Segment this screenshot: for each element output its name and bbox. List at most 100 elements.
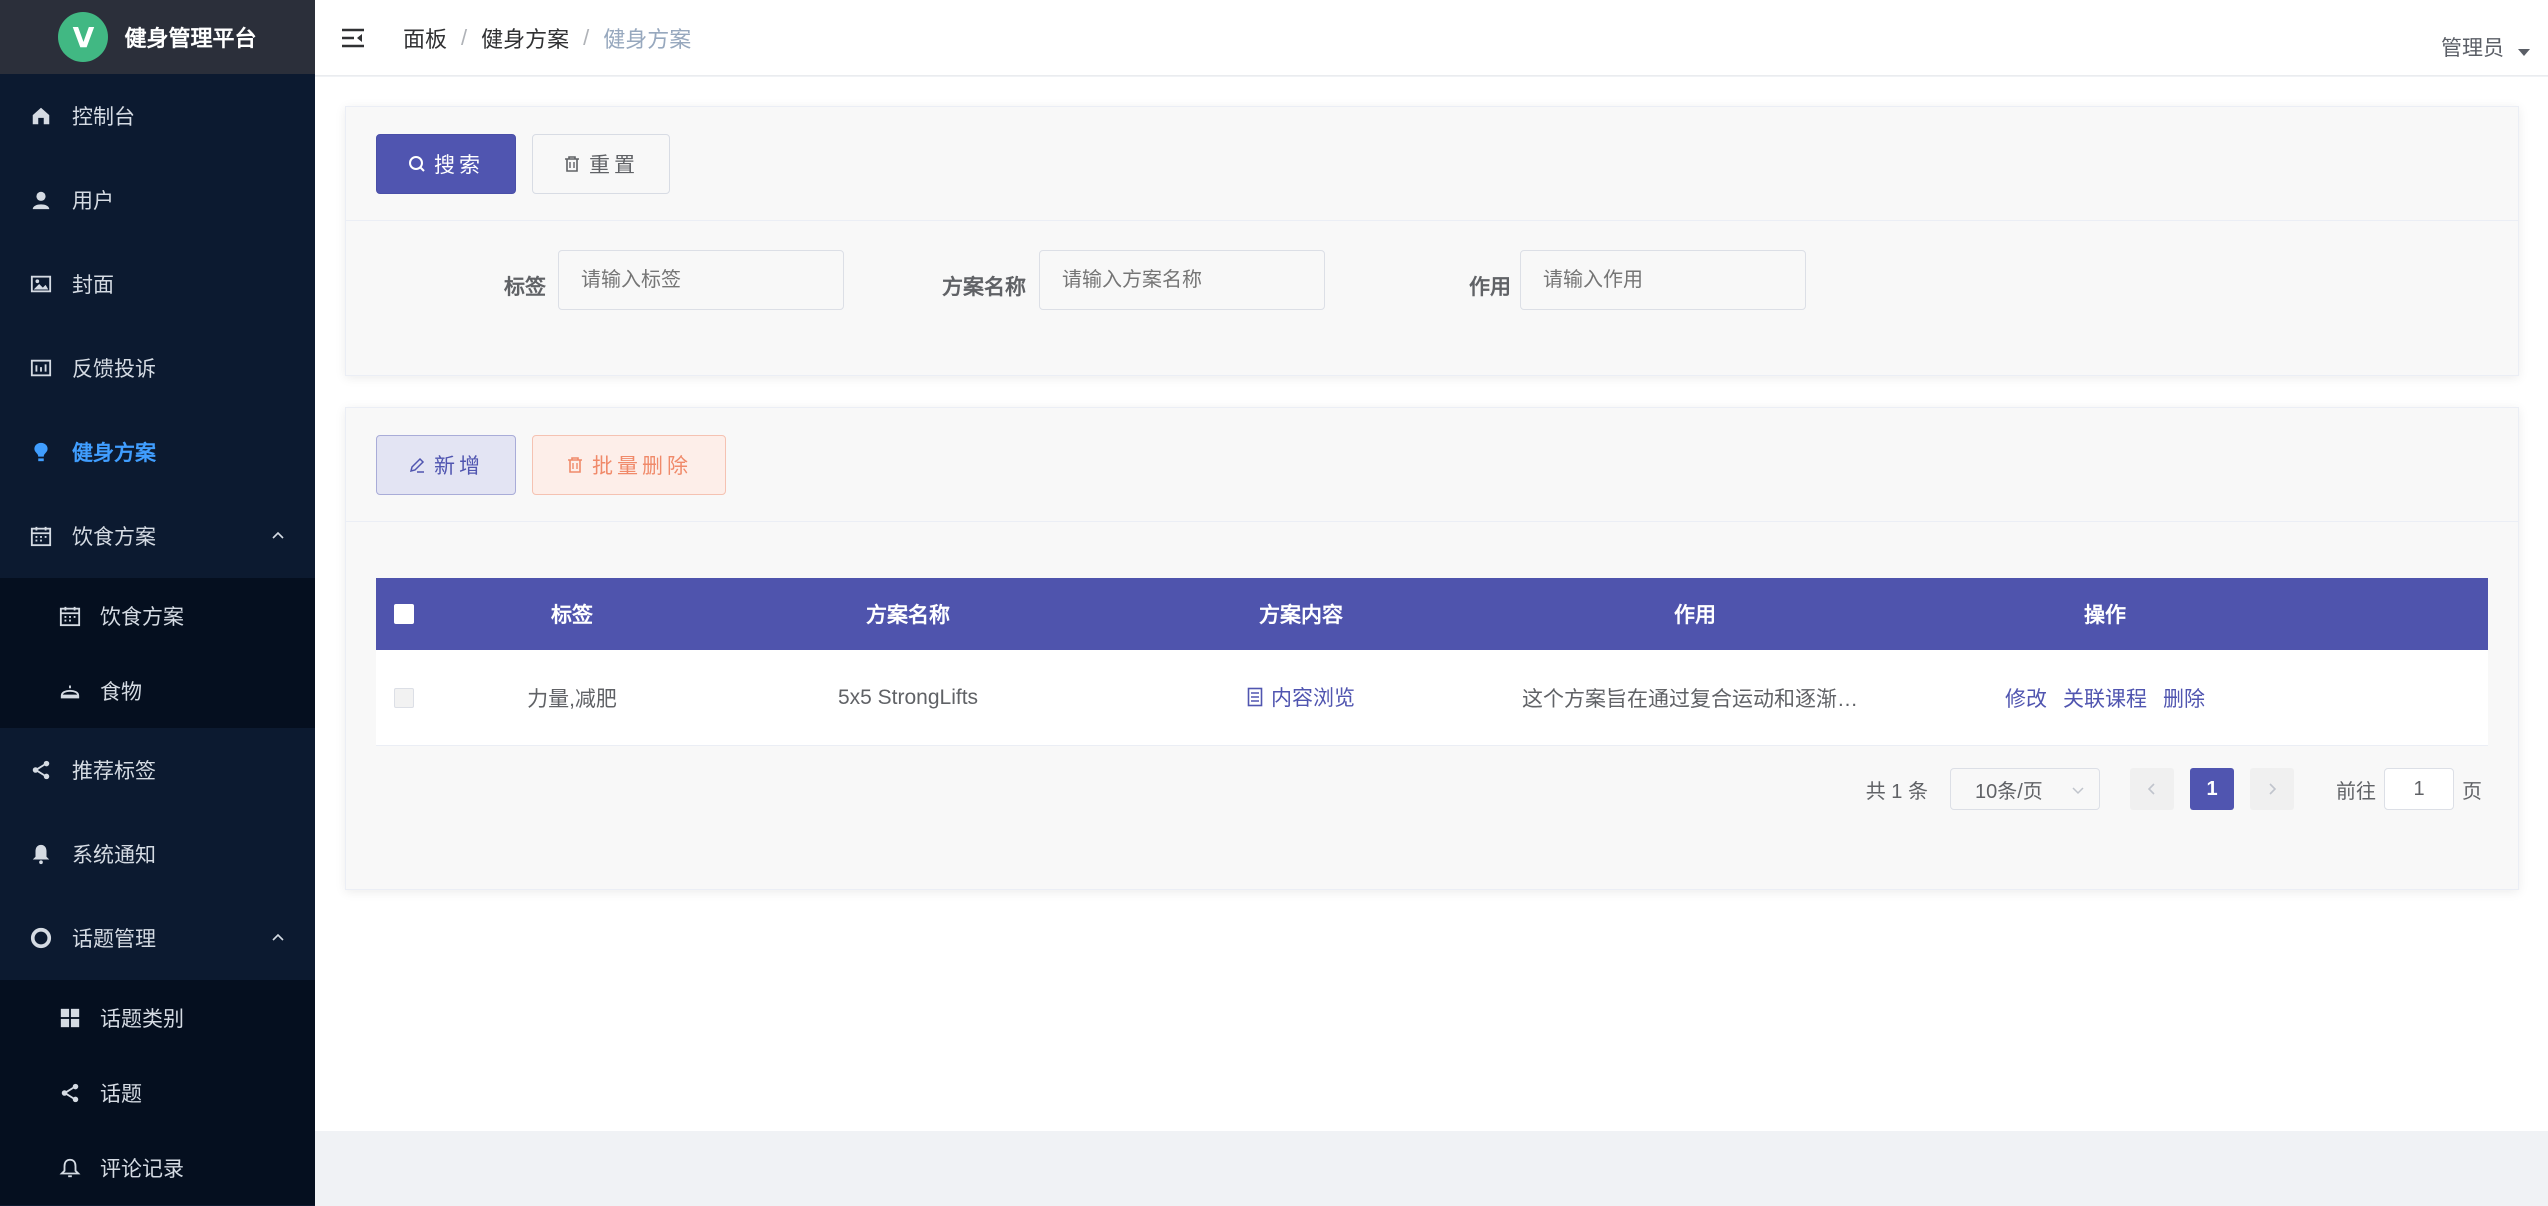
sidebar-subitem-comments[interactable]: 评论记录 (0, 1130, 315, 1205)
edit-link[interactable]: 修改 (2005, 683, 2047, 713)
tag-input[interactable] (558, 250, 844, 310)
table-toolbar: 新增 批量删除 (346, 408, 2518, 522)
page-size-select[interactable]: 10条/页 (1950, 768, 2100, 810)
page-number-current[interactable]: 1 (2190, 768, 2234, 810)
cell-tags: 力量,减肥 (527, 687, 617, 711)
add-button[interactable]: 新增 (376, 434, 516, 495)
add-button-label: 新增 (434, 454, 484, 478)
picture-icon (28, 271, 54, 297)
search-toolbar: 搜索 重置 (346, 107, 2518, 221)
topic-submenu: 话题类别 话题 评论记录 (0, 980, 315, 1205)
top-navbar: 面板 / 健身方案 / 健身方案 管理员 (315, 0, 2548, 76)
select-all-checkbox[interactable] (394, 604, 414, 624)
cell-effect: 这个方案旨在通过复合运动和逐渐增... (1522, 687, 1876, 711)
delete-link[interactable]: 删除 (2163, 683, 2205, 713)
sidebar: V 健身管理平台 控制台 用户 封面 反馈投诉 健身方案 饮食方案 饮食方案 食… (0, 0, 315, 1206)
delete-icon (566, 456, 584, 474)
data-board-icon (28, 355, 54, 381)
document-icon (1247, 687, 1263, 707)
column-header-actions: 操作 (2084, 604, 2126, 627)
sidebar-item-topics[interactable]: 话题管理 (0, 896, 315, 980)
search-button[interactable]: 搜索 (376, 133, 516, 194)
sidebar-item-label: 饮食方案 (100, 605, 184, 629)
table-card: 新增 批量删除 标签 方案名称 方案内容 作用 操作 力量,减肥 5x5 Str… (345, 407, 2519, 890)
main-content: 搜索 重置 标签 方案名称 作用 新增 (315, 77, 2548, 1131)
breadcrumb-current: 健身方案 (603, 26, 692, 52)
sidebar-item-cover[interactable]: 封面 (0, 242, 315, 326)
calendar-icon (58, 604, 82, 628)
sidebar-item-label: 话题 (100, 1082, 142, 1106)
column-header-name: 方案名称 (866, 604, 950, 627)
sidebar-subitem-topic-category[interactable]: 话题类别 (0, 980, 315, 1055)
next-page-button[interactable] (2250, 768, 2294, 810)
vue-logo: V (58, 12, 109, 62)
sidebar-item-dashboard[interactable]: 控制台 (0, 74, 315, 158)
sidebar-item-feedback[interactable]: 反馈投诉 (0, 326, 315, 410)
sidebar-item-diet-plan[interactable]: 饮食方案 (0, 494, 315, 578)
sidebar-item-label: 健身方案 (72, 442, 156, 465)
sidebar-item-label: 话题管理 (72, 928, 156, 951)
search-card: 搜索 重置 标签 方案名称 作用 (345, 106, 2519, 376)
food-cover-icon (58, 679, 82, 703)
row-actions: 修改 关联课程 删除 (1892, 683, 2318, 713)
plan-name-input[interactable] (1039, 250, 1325, 310)
edit-pen-icon (408, 456, 426, 474)
breadcrumb-separator: / (583, 24, 590, 50)
chevron-left-icon (2147, 783, 2155, 795)
sidebar-item-label: 系统通知 (72, 844, 156, 867)
breadcrumb-separator: / (461, 24, 468, 50)
column-header-effect: 作用 (1674, 604, 1716, 627)
sidebar-item-label: 饮食方案 (72, 526, 156, 549)
app-title: 健身管理平台 (124, 26, 257, 51)
user-icon (28, 187, 54, 213)
sidebar-item-label: 评论记录 (100, 1157, 184, 1181)
table-row: 力量,减肥 5x5 StrongLifts 内容浏览 这个方案旨在通过复合运动和… (376, 650, 2488, 746)
column-header-tags: 标签 (551, 604, 593, 627)
effect-input[interactable] (1520, 250, 1806, 310)
calendar-icon (28, 523, 54, 549)
reset-button[interactable]: 重置 (532, 133, 670, 194)
row-checkbox[interactable] (394, 687, 414, 708)
sidebar-item-tags[interactable]: 推荐标签 (0, 728, 315, 812)
search-button-label: 搜索 (434, 153, 484, 177)
user-dropdown[interactable]: 管理员 (2441, 32, 2530, 62)
bell-outline-icon (58, 1156, 82, 1180)
column-header-content: 方案内容 (1259, 604, 1343, 627)
breadcrumb-item[interactable]: 健身方案 (481, 22, 569, 54)
sidebar-item-label: 话题类别 (100, 1007, 184, 1031)
sidebar-subitem-diet-plan[interactable]: 饮食方案 (0, 578, 315, 653)
sidebar-subitem-food[interactable]: 食物 (0, 653, 315, 728)
sidebar-item-fitness-plan[interactable]: 健身方案 (0, 410, 315, 494)
sidebar-item-users[interactable]: 用户 (0, 158, 315, 242)
filter-label-tag: 标签 (504, 276, 546, 299)
plan-table: 标签 方案名称 方案内容 作用 操作 力量,减肥 5x5 StrongLifts… (376, 578, 2488, 746)
link-course-link[interactable]: 关联课程 (2063, 683, 2147, 713)
breadcrumb-item[interactable]: 面板 (403, 22, 447, 54)
goto-suffix: 页 (2462, 780, 2482, 803)
sidebar-item-label: 反馈投诉 (72, 358, 156, 381)
sidebar-subitem-topic[interactable]: 话题 (0, 1055, 315, 1130)
search-filters: 标签 方案名称 作用 (346, 221, 2518, 371)
goto-page-input[interactable]: 1 (2384, 768, 2454, 810)
caret-down-icon (2518, 48, 2530, 56)
share-icon (28, 757, 54, 783)
grid-icon (58, 1006, 82, 1030)
content-preview-link[interactable]: 内容浏览 (1247, 682, 1355, 712)
filter-label-effect: 作用 (1469, 276, 1511, 299)
sidebar-item-label: 控制台 (72, 106, 135, 129)
prev-page-button[interactable] (2130, 768, 2174, 810)
bulb-icon (28, 439, 54, 465)
goto-label: 前往 (2336, 780, 2376, 803)
search-icon (408, 155, 426, 173)
chevron-up-icon (271, 930, 285, 944)
batch-delete-button[interactable]: 批量删除 (532, 434, 726, 495)
brand-bar: V 健身管理平台 (0, 0, 315, 74)
fold-menu-icon[interactable] (339, 24, 367, 52)
page-size-value: 10条/页 (1975, 780, 2043, 803)
sidebar-item-label: 食物 (100, 680, 142, 704)
sidebar-item-label: 封面 (72, 274, 114, 297)
share-icon (58, 1081, 82, 1105)
cell-plan-name: 5x5 StrongLifts (837, 685, 979, 709)
sidebar-item-notifications[interactable]: 系统通知 (0, 812, 315, 896)
filter-label-plan-name: 方案名称 (942, 276, 1026, 299)
